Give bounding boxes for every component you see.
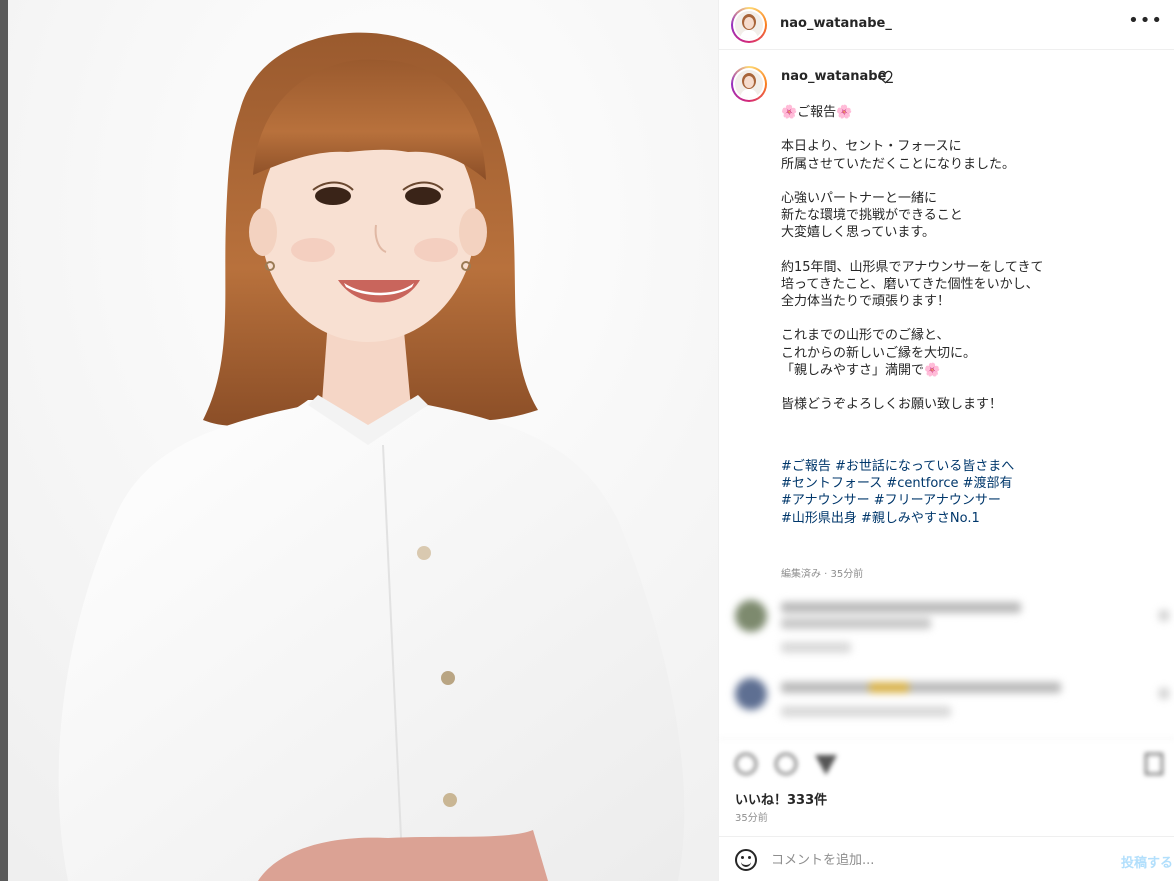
comment-composer: 投稿する [719, 836, 1174, 881]
post-detail-panel: nao_watanabe_ ••• nao_watanabe_ 🌸ご報告🌸 本日… [718, 0, 1174, 881]
likes-count[interactable]: いいね！333件 [735, 789, 827, 808]
caption-line: 皆様どうぞよろしくお願い致します！ [781, 397, 1003, 413]
caption-avatar-image [735, 70, 763, 98]
hashtags: #ご報告 #お世話になっている皆さまへ #セントフォース #centforce … [781, 458, 1014, 527]
caption-line: これまでの山形でのご縁と、 [781, 328, 950, 344]
caption-line: 約15年間、山形県でアナウンサーをしてきて [781, 259, 1044, 275]
header-username[interactable]: nao_watanabe_ [780, 16, 892, 31]
caption-username[interactable]: nao_watanabe_ [781, 69, 893, 84]
more-icon[interactable]: ••• [1128, 12, 1163, 30]
caption-line: 培ってきたこと、磨いてきた個性をいかし、 [781, 276, 1039, 292]
post-header: nao_watanabe_ ••• [719, 0, 1174, 50]
heart-icon[interactable] [878, 70, 893, 84]
post-actions [719, 738, 1174, 786]
avatar-image [735, 11, 763, 39]
window-edge [0, 0, 8, 881]
post-caption: 🌸ご報告🌸 本日より、セント・フォースに 所属させていただくことになりました。 … [781, 104, 1151, 413]
caption-line: 心強いパートナーと一緒に [781, 190, 938, 206]
caption-line: 🌸ご報告🌸 [781, 105, 853, 120]
caption-avatar[interactable] [731, 66, 767, 102]
share-icon[interactable] [815, 755, 837, 775]
post-photo[interactable] [8, 0, 718, 881]
edited-timestamp: 編集済み · 35分前 [781, 569, 864, 580]
comment-icon[interactable] [775, 753, 797, 775]
emoji-icon[interactable] [735, 849, 757, 871]
caption-line [781, 121, 1151, 138]
portrait-illustration [8, 0, 718, 881]
caption-line: これからの新しいご縁を大切に。 [781, 345, 977, 361]
comment-avatar [735, 678, 767, 710]
caption-line: 本日より、セント・フォースに [781, 139, 962, 155]
hashtag-line[interactable]: #アナウンサー #フリーアナウンサー [781, 492, 1014, 509]
comment-item-blurred [719, 596, 1174, 660]
caption-line [781, 173, 1151, 190]
comment-input[interactable] [771, 849, 1091, 871]
comment-item-blurred [719, 676, 1174, 728]
caption-line: 大変嬉しく思っています。 [781, 225, 936, 241]
like-icon[interactable] [735, 753, 757, 775]
comment-avatar [735, 600, 767, 632]
caption-line: 所属させていただくことになりました。 [781, 156, 1016, 172]
caption-line [781, 310, 1151, 327]
hashtag-line[interactable]: #山形県出身 #親しみやすさNo.1 [781, 510, 1014, 527]
caption-line [781, 242, 1151, 259]
post-comment-button[interactable]: 投稿する [1121, 852, 1173, 871]
post-timestamp[interactable]: 35分前 [735, 809, 768, 824]
caption-line: 全力体当たりで頑張ります！ [781, 294, 951, 310]
save-icon[interactable] [1145, 753, 1163, 775]
avatar[interactable] [731, 7, 767, 43]
caption-line [781, 379, 1151, 396]
hashtag-line[interactable]: #ご報告 #お世話になっている皆さまへ [781, 458, 1014, 475]
caption-line: 新たな環境で挑戦ができること [781, 208, 963, 224]
caption-line: 「親しみやすさ」満開で🌸 [781, 362, 941, 378]
hashtag-line[interactable]: #セントフォース #centforce #渡部有 [781, 475, 1014, 492]
